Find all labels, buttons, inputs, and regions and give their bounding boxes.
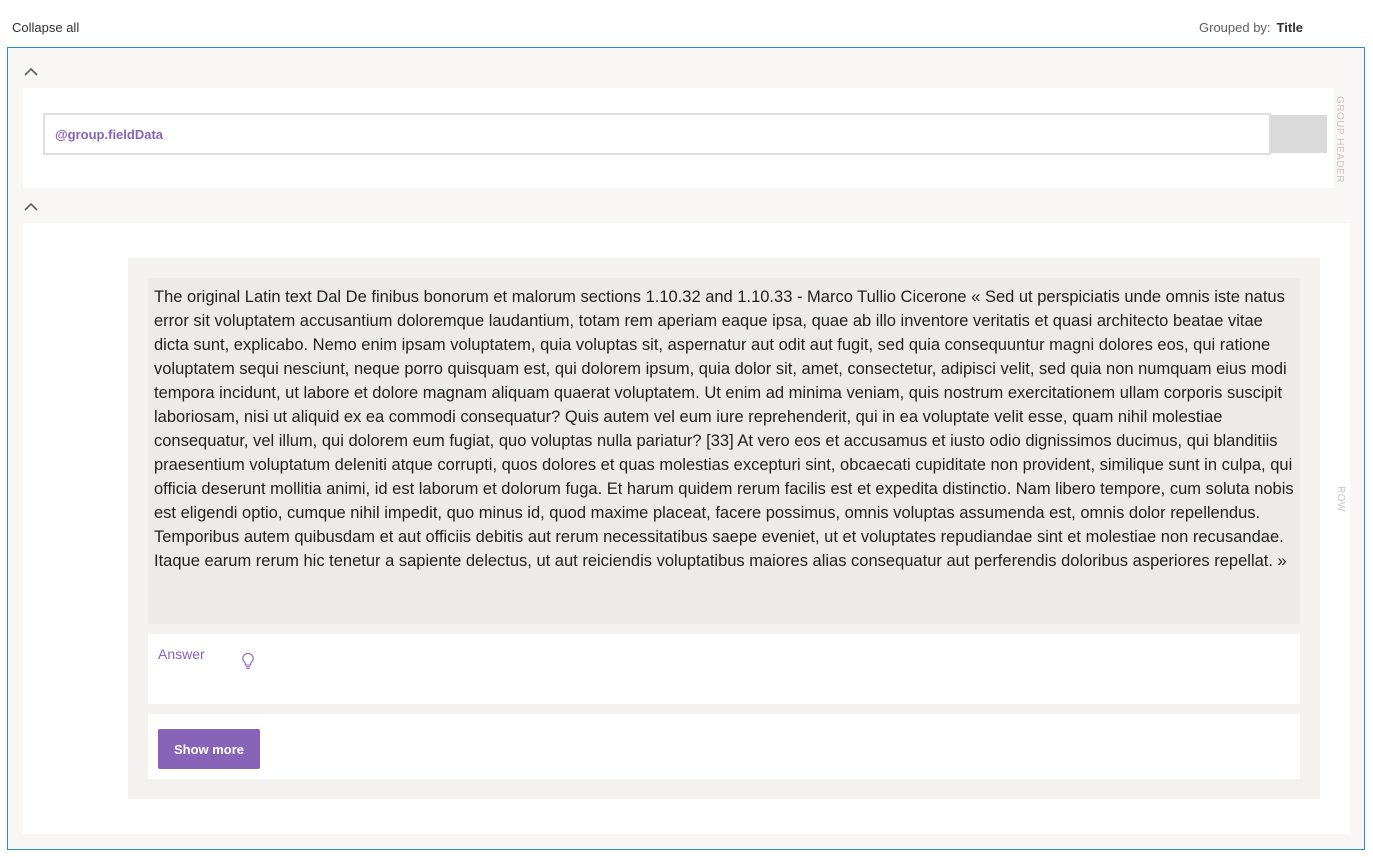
show-more-button[interactable]: Show more — [158, 729, 260, 769]
group-field-data: @group.fieldData — [55, 127, 164, 142]
toolbar: Collapse all Grouped by: Title — [0, 0, 1373, 46]
grouped-by-value[interactable]: Title — [1277, 20, 1304, 35]
row-card: The original Latin text Dal De finibus b… — [128, 258, 1320, 799]
answer-label: Answer — [158, 646, 205, 662]
group-field-data-box: @group.fieldData — [43, 113, 1271, 155]
group-header-grey-block — [1271, 115, 1327, 153]
grouped-by: Grouped by: Title — [1199, 20, 1303, 35]
group-header-panel: @group.fieldData — [23, 88, 1334, 188]
collapse-row-chevron-icon[interactable] — [23, 201, 39, 213]
collapse-group-chevron-icon[interactable] — [23, 66, 39, 78]
row-panel: The original Latin text Dal De finibus b… — [23, 223, 1350, 834]
grouped-by-label: Grouped by: — [1199, 20, 1271, 35]
collapse-all-button[interactable]: Collapse all — [12, 20, 79, 35]
answer-box[interactable]: Answer — [148, 634, 1300, 704]
button-area: Show more — [148, 714, 1300, 779]
grouped-list-container: @group.fieldData GROUP HEADER The origin… — [7, 47, 1365, 850]
row-side-label: ROW — [1335, 486, 1346, 512]
row-body-text: The original Latin text Dal De finibus b… — [148, 278, 1300, 624]
group-header-side-label: GROUP HEADER — [1334, 96, 1345, 183]
lightbulb-icon[interactable] — [241, 652, 255, 670]
